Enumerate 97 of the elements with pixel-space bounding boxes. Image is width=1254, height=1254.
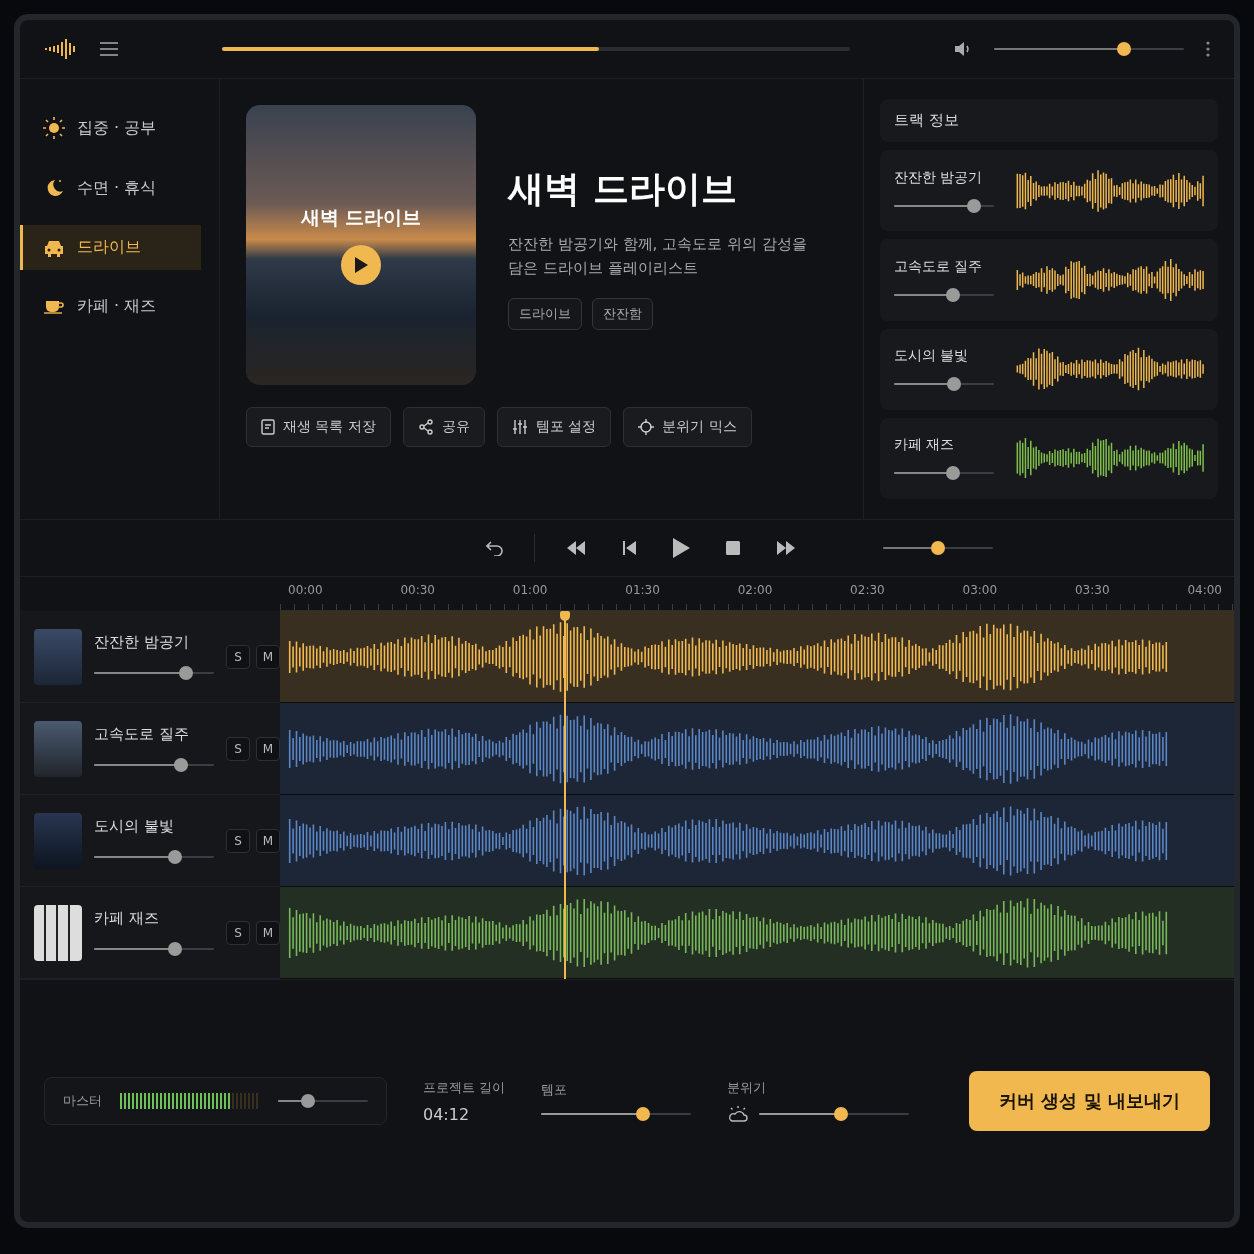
sidebar-item-label: 카페 · 재즈	[77, 296, 157, 317]
coffee-cup-icon	[43, 299, 65, 314]
cloud-sun-icon	[727, 1105, 750, 1123]
solo-button[interactable]: S	[226, 828, 250, 853]
track-name: 고속도로 질주	[894, 257, 984, 276]
crosshair-icon	[638, 419, 655, 435]
stop-icon	[724, 540, 741, 556]
time-label: 00:00	[288, 583, 323, 599]
thumbnail-placeholder	[34, 720, 82, 777]
track-volume-slider[interactable]	[894, 287, 994, 302]
waveform-logo-icon[interactable]	[44, 39, 78, 59]
fast-forward-icon	[774, 540, 797, 556]
master-label: 마스터	[63, 1092, 102, 1110]
action-button[interactable]: 분위기 믹스	[623, 407, 752, 447]
sidebar-item[interactable]: 집중 · 공부	[20, 105, 201, 151]
slider-thumb[interactable]	[178, 666, 193, 680]
slider-thumb[interactable]	[945, 287, 960, 302]
time-label: 01:30	[625, 583, 660, 599]
track-volume-slider[interactable]	[94, 758, 214, 772]
tag-chip[interactable]: 잔잔함	[592, 298, 653, 330]
play-icon	[670, 537, 691, 559]
slider-thumb[interactable]	[168, 850, 183, 864]
mute-button[interactable]: M	[256, 736, 280, 761]
time-label: 01:00	[512, 583, 548, 599]
tempo-slider[interactable]	[541, 1107, 692, 1121]
track-volume-slider[interactable]	[894, 198, 994, 213]
speaker-icon[interactable]	[954, 41, 972, 57]
track-name: 카페 재즈	[94, 909, 160, 928]
time-label: 03:00	[962, 583, 998, 599]
position-slider[interactable]	[882, 541, 993, 555]
mute-button[interactable]: M	[256, 828, 280, 853]
play-button[interactable]	[341, 245, 381, 285]
mood-slider[interactable]	[759, 1107, 910, 1121]
slider-thumb[interactable]	[300, 1094, 315, 1108]
track-volume-slider[interactable]	[94, 942, 214, 956]
playlist-title: 새벽 드라이브	[508, 167, 738, 211]
track-volume-slider[interactable]	[894, 466, 994, 481]
slider-thumb[interactable]	[967, 198, 982, 213]
tag-chip[interactable]: 드라이브	[508, 298, 582, 330]
more-icon[interactable]	[1206, 41, 1210, 57]
cover-title: 새벽 드라이브	[300, 205, 422, 230]
mute-button[interactable]: M	[256, 920, 280, 945]
mood-label: 분위기	[727, 1079, 768, 1097]
thumbnail-placeholder	[34, 812, 82, 869]
action-button[interactable]: 공유	[402, 407, 485, 447]
action-button[interactable]: 재생 목록 저장	[246, 407, 391, 447]
track-volume-slider[interactable]	[94, 666, 214, 680]
track-name: 카페 재즈	[894, 436, 956, 455]
skip-back-icon	[620, 540, 637, 556]
master-volume-slider[interactable]	[278, 1094, 368, 1108]
document-icon	[261, 419, 275, 435]
sliders-icon	[511, 419, 528, 435]
track-name: 도시의 불빛	[894, 347, 970, 366]
volume-slider[interactable]	[994, 42, 1184, 56]
time-label: 04:00	[1187, 583, 1222, 599]
time-label: 02:30	[850, 583, 885, 599]
share-icon	[417, 419, 434, 435]
track-name: 잔잔한 밤공기	[894, 168, 984, 187]
slider-thumb[interactable]	[945, 466, 960, 481]
panel-title: 트랙 정보	[880, 99, 1218, 142]
sidebar-item-label: 집중 · 공부	[77, 117, 157, 139]
sidebar-item-label: 드라이브	[77, 237, 141, 258]
sidebar-item-label: 수면 · 휴식	[77, 177, 157, 199]
solo-button[interactable]: S	[226, 736, 250, 761]
playlist-description: 잔잔한 밤공기와 함께, 고속도로 위의 감성을 담은 드라이브 플레이리스트	[508, 234, 808, 279]
thumbnail-placeholder	[34, 628, 82, 685]
track-volume-slider[interactable]	[894, 377, 994, 392]
sidebar-item[interactable]: 수면 · 휴식	[20, 165, 201, 211]
time-label: 02:00	[737, 583, 773, 599]
solo-button[interactable]: S	[226, 644, 250, 669]
time-label: 03:30	[1074, 583, 1110, 599]
slider-thumb[interactable]	[833, 1107, 848, 1121]
slider-thumb[interactable]	[636, 1107, 651, 1121]
slider-thumb[interactable]	[947, 377, 962, 392]
play-icon	[353, 256, 369, 274]
sidebar-item[interactable]: 카페 · 재즈	[20, 284, 201, 329]
thumbnail-placeholder	[34, 904, 82, 961]
slider-thumb[interactable]	[930, 541, 945, 555]
export-button[interactable]: 커버 생성 및 내보내기	[969, 1071, 1210, 1131]
slider-thumb[interactable]	[1117, 42, 1132, 56]
sun-icon	[43, 117, 65, 139]
project-length-value: 04:12	[423, 1104, 471, 1124]
tempo-label: 템포	[541, 1081, 569, 1099]
sidebar-item[interactable]: 드라이브	[20, 225, 201, 270]
undo-icon	[485, 540, 504, 556]
solo-button[interactable]: S	[226, 920, 250, 945]
track-name: 고속도로 질주	[94, 725, 190, 744]
slider-thumb[interactable]	[173, 758, 188, 772]
mute-button[interactable]: M	[256, 644, 280, 669]
slider-thumb[interactable]	[168, 942, 183, 956]
project-length-label: 프로젝트 길이	[423, 1078, 506, 1097]
action-button[interactable]: 템포 설정	[496, 407, 612, 447]
track-volume-slider[interactable]	[94, 850, 214, 864]
time-label: 00:30	[400, 583, 435, 599]
track-name: 도시의 불빛	[94, 817, 175, 836]
track-name: 잔잔한 밤공기	[94, 633, 190, 652]
menu-icon[interactable]	[100, 42, 118, 56]
